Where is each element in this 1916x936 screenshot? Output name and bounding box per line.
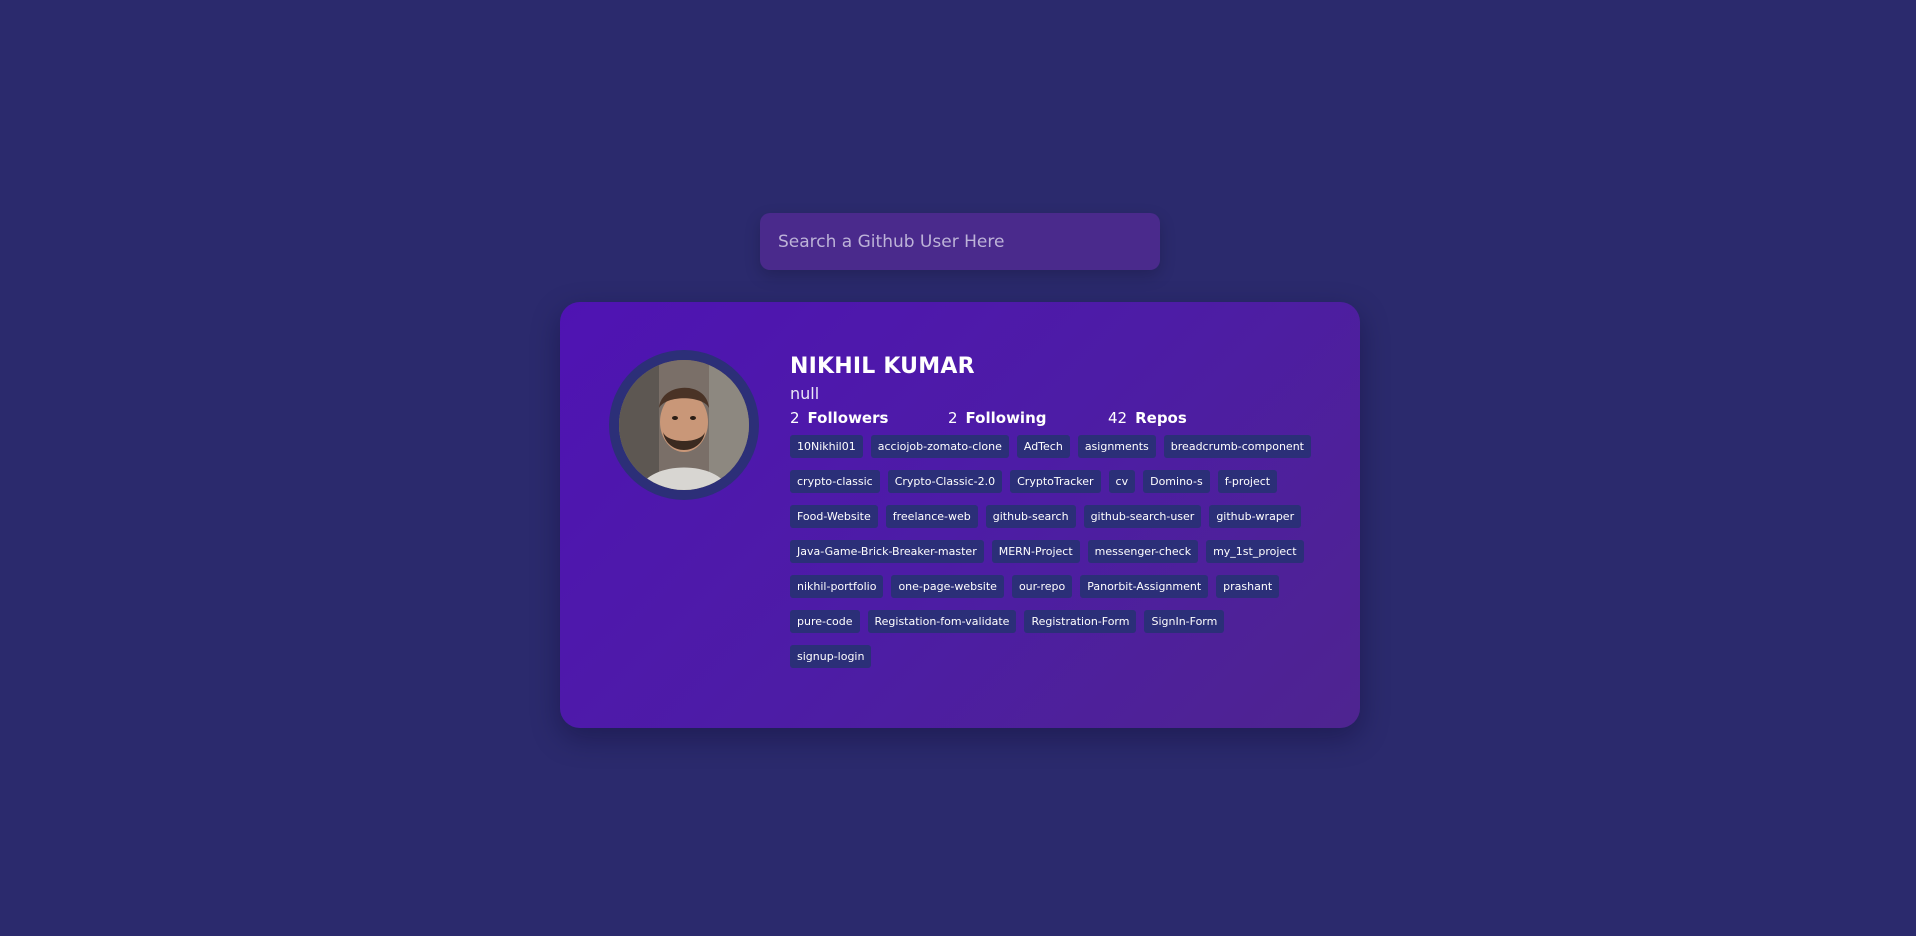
repo-chip[interactable]: SignIn-Form [1144, 610, 1225, 633]
repo-chip[interactable]: nikhil-portfolio [790, 575, 884, 598]
repo-chip[interactable]: 10Nikhil01 [790, 435, 863, 458]
repo-chip[interactable]: signup-login [790, 645, 872, 668]
user-stats: 2 Followers 2 Following 42 Repos [790, 409, 1330, 429]
repo-chip[interactable]: one-page-website [891, 575, 1004, 598]
repo-list: 10Nikhil01 acciojob-zomato-clone AdTech … [790, 435, 1320, 680]
repo-chip[interactable]: my_1st_project [1206, 540, 1304, 563]
user-card: NIKHIL KUMAR null 2 Followers 2 Followin… [560, 302, 1360, 728]
repo-chip[interactable]: Registration-Form [1024, 610, 1137, 633]
repos-count: 42 [1108, 409, 1128, 427]
user-bio: null [790, 384, 820, 403]
repo-chip[interactable]: f-project [1217, 470, 1278, 493]
repo-chip[interactable]: breadcrumb-component [1163, 435, 1311, 458]
followers-stat: 2 Followers [790, 409, 948, 427]
following-label: Following [965, 409, 1047, 427]
search-box[interactable] [760, 213, 1160, 270]
repo-chip[interactable]: prashant [1216, 575, 1280, 598]
repo-chip[interactable]: AdTech [1016, 435, 1070, 458]
repo-chip[interactable]: Food-Website [790, 505, 878, 528]
repos-stat: 42 Repos [1108, 409, 1187, 427]
avatar [619, 360, 749, 490]
repo-chip[interactable]: crypto-classic [790, 470, 880, 493]
repo-chip[interactable]: github-search [985, 505, 1076, 528]
repo-chip[interactable]: our-repo [1011, 575, 1073, 598]
following-stat: 2 Following [948, 409, 1108, 427]
repo-chip[interactable]: acciojob-zomato-clone [870, 435, 1009, 458]
repo-chip[interactable]: github-wraper [1209, 505, 1302, 528]
repo-chip[interactable]: Java-Game-Brick-Breaker-master [790, 540, 984, 563]
repo-chip[interactable]: messenger-check [1087, 540, 1199, 563]
repo-chip[interactable]: pure-code [790, 610, 860, 633]
followers-count: 2 [790, 409, 800, 427]
repo-chip[interactable]: cv [1108, 470, 1136, 493]
search-input[interactable] [776, 230, 1144, 253]
avatar-ring [609, 350, 759, 500]
user-name: NIKHIL KUMAR [790, 354, 975, 379]
repo-chip[interactable]: github-search-user [1083, 505, 1202, 528]
repo-chip[interactable]: asignments [1077, 435, 1156, 458]
repo-chip[interactable]: Domino-s [1143, 470, 1210, 493]
user-info: NIKHIL KUMAR null 2 Followers 2 Followin… [790, 352, 1330, 680]
avatar-image [619, 360, 749, 490]
repo-chip[interactable]: freelance-web [885, 505, 978, 528]
repo-chip[interactable]: CryptoTracker [1010, 470, 1101, 493]
repo-chip[interactable]: Crypto-Classic-2.0 [887, 470, 1003, 493]
repo-chip[interactable]: Registation-fom-validate [867, 610, 1017, 633]
repo-chip[interactable]: MERN-Project [991, 540, 1080, 563]
followers-label: Followers [807, 409, 889, 427]
repos-label: Repos [1135, 409, 1187, 427]
repo-chip[interactable]: Panorbit-Assignment [1080, 575, 1209, 598]
following-count: 2 [948, 409, 958, 427]
